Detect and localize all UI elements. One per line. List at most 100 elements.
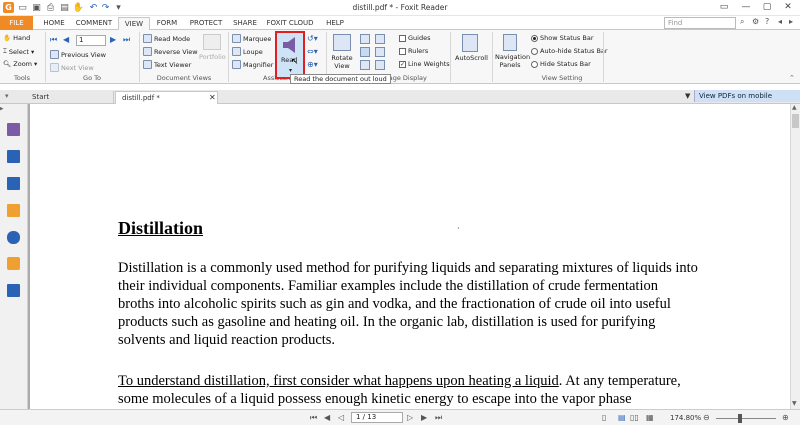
continuous-facing-icon[interactable]: ▦ (646, 413, 654, 422)
zoom-icon: 🔍︎ (3, 60, 12, 68)
next-page-icon[interactable]: ▶ (110, 35, 116, 44)
facing-view-icon[interactable]: ▯▯ (630, 413, 639, 422)
text-viewer-button[interactable]: Text Viewer (143, 60, 191, 69)
first-page-icon[interactable]: ⏮ (50, 35, 57, 45)
line-weights-checkbox[interactable]: ✓ Line Weights (399, 60, 450, 68)
security-lock-icon[interactable] (7, 257, 20, 270)
rulers-checkbox[interactable]: Rulers (399, 47, 428, 55)
search-input[interactable]: Find (664, 17, 736, 29)
page-number-input[interactable]: 1 (76, 35, 106, 46)
close-icon[interactable]: ✕ (777, 1, 799, 14)
fit-icon[interactable]: ⇔▾ (307, 47, 318, 56)
show-status-bar-radio[interactable]: Show Status Bar (531, 34, 594, 42)
tab-form[interactable]: FORM (152, 17, 182, 30)
zoom-in-icon[interactable]: ⊕ (782, 413, 789, 422)
scroll-down-icon[interactable]: ▼ (792, 400, 797, 407)
tab-comment[interactable]: COMMENT (72, 17, 116, 30)
previous-view-button[interactable]: Previous View (50, 50, 106, 59)
rulers-check-icon (399, 47, 406, 55)
minimize-icon[interactable]: — (735, 1, 757, 14)
reverse-view-button[interactable]: Reverse View (143, 47, 198, 56)
magnifier-icon (232, 60, 241, 69)
page-back-icon[interactable]: ◁ (338, 413, 344, 422)
tab-distill[interactable]: distill.pdf * ✕ (115, 91, 218, 104)
zoom-menu-icon[interactable]: ⊕▾ (307, 60, 318, 69)
prev-page-icon[interactable]: ◀ (63, 35, 69, 44)
next-result-icon[interactable]: ▸ (789, 17, 793, 26)
tab-protect[interactable]: PROTECT (186, 17, 226, 30)
transition-icon[interactable] (375, 60, 385, 70)
split-icon[interactable] (375, 47, 385, 57)
cover-page-icon[interactable] (375, 34, 385, 44)
tab-file[interactable]: FILE (0, 16, 33, 30)
search-icon[interactable]: ⌕ (740, 17, 744, 27)
attachments-icon[interactable] (7, 231, 20, 244)
continuous-view-icon[interactable]: ▤ (618, 413, 626, 422)
maximize-icon[interactable]: ▢ (756, 1, 778, 14)
previous-view-label: Previous View (61, 50, 106, 59)
mobile-promo-button[interactable]: ▼ View PDFs on mobile devices (685, 90, 800, 112)
zoom-out-icon[interactable]: ⊖ (703, 413, 710, 422)
hide-status-bar-radio[interactable]: Hide Status Bar (531, 60, 591, 68)
next-view-button[interactable]: Next View (50, 63, 94, 72)
help-icon[interactable]: ? (765, 17, 769, 26)
zoom-button[interactable]: 🔍︎ Zoom ▾ (3, 60, 37, 68)
scroll-up-icon[interactable]: ▲ (792, 104, 797, 111)
continuous-icon[interactable] (360, 47, 370, 57)
magnifier-button[interactable]: Magnifier (232, 60, 273, 69)
tab-share[interactable]: SHARE (230, 17, 260, 30)
zoom-slider[interactable] (716, 418, 776, 419)
last-page-icon[interactable]: ⏭ (123, 35, 130, 45)
signature-icon[interactable] (7, 284, 20, 297)
auto-hide-status-bar-radio[interactable]: Auto-hide Status Bar (531, 47, 608, 55)
tab-home[interactable]: HOME (38, 17, 70, 30)
pages-icon[interactable] (7, 150, 20, 163)
comments-icon[interactable] (7, 204, 20, 217)
select-button[interactable]: ⌶ Select ▾ (3, 47, 34, 56)
status-page-input[interactable]: 1 / 13 (351, 412, 403, 423)
forward-view-icon[interactable]: ⏭ (435, 413, 442, 423)
tab-view[interactable]: VIEW (118, 17, 150, 31)
read-button[interactable]: Read ▾ (275, 31, 305, 79)
single-page-icon[interactable] (360, 34, 370, 44)
prev-result-icon[interactable]: ◂ (778, 17, 782, 26)
next-page-status-icon[interactable]: ▷ (407, 413, 413, 422)
document-view[interactable]: Distillation · Distillation is a commonl… (28, 104, 790, 409)
tab-help[interactable]: HELP (322, 17, 348, 30)
radio-selected-icon (531, 34, 538, 42)
layers-icon[interactable] (7, 177, 20, 190)
close-tab-icon[interactable]: ✕ (209, 92, 216, 104)
portfolio-button[interactable]: Portfolio (199, 53, 226, 61)
bookmarks-icon[interactable] (7, 123, 20, 136)
settings-icon[interactable]: ⚙ (752, 17, 759, 26)
zoom-level[interactable]: 174.80% (670, 414, 701, 422)
vertical-scrollbar[interactable]: ▲ ▼ (790, 104, 800, 409)
autoscroll-button[interactable]: AutoScroll (455, 54, 488, 62)
ribbon-display-icon[interactable]: ▭ (713, 1, 735, 14)
scrollbar-thumb[interactable] (792, 114, 799, 128)
select-label: Select (8, 47, 29, 56)
tab-foxit-cloud[interactable]: FOXIT CLOUD (264, 17, 316, 30)
last-page-status-icon[interactable]: ▶ (421, 413, 427, 422)
hand-button[interactable]: ✋ Hand (3, 34, 30, 42)
guides-checkbox[interactable]: Guides (399, 34, 430, 42)
tab-list-icon[interactable]: ▾ (5, 92, 9, 100)
prev-page-status-icon[interactable]: ◀ (324, 413, 330, 422)
rotate-left-icon[interactable]: ↺▾ (307, 34, 318, 43)
rotate-view-button[interactable]: Rotate View (330, 54, 354, 70)
text-viewer-label: Text Viewer (154, 60, 192, 69)
marquee-label: Marquee (243, 34, 272, 43)
collapse-ribbon-icon[interactable]: ⌃ (789, 74, 795, 82)
loupe-button[interactable]: Loupe (232, 47, 263, 56)
first-page-status-icon[interactable]: ⏮ (310, 413, 317, 423)
sidebar-expand-icon[interactable]: ▸ (0, 104, 4, 114)
navigation-panels-button[interactable]: Navigation Panels (495, 53, 530, 69)
magnifier-label: Magnifier (243, 60, 274, 69)
zoom-slider-thumb[interactable] (738, 414, 742, 423)
auto-hide-status-bar-label: Auto-hide Status Bar (540, 47, 608, 55)
facing-icon[interactable] (360, 60, 370, 70)
single-page-view-icon[interactable]: ▯ (602, 413, 606, 422)
read-mode-button[interactable]: Read Mode (143, 34, 190, 43)
tab-start[interactable]: Start (26, 91, 114, 104)
marquee-button[interactable]: Marquee (232, 34, 271, 43)
